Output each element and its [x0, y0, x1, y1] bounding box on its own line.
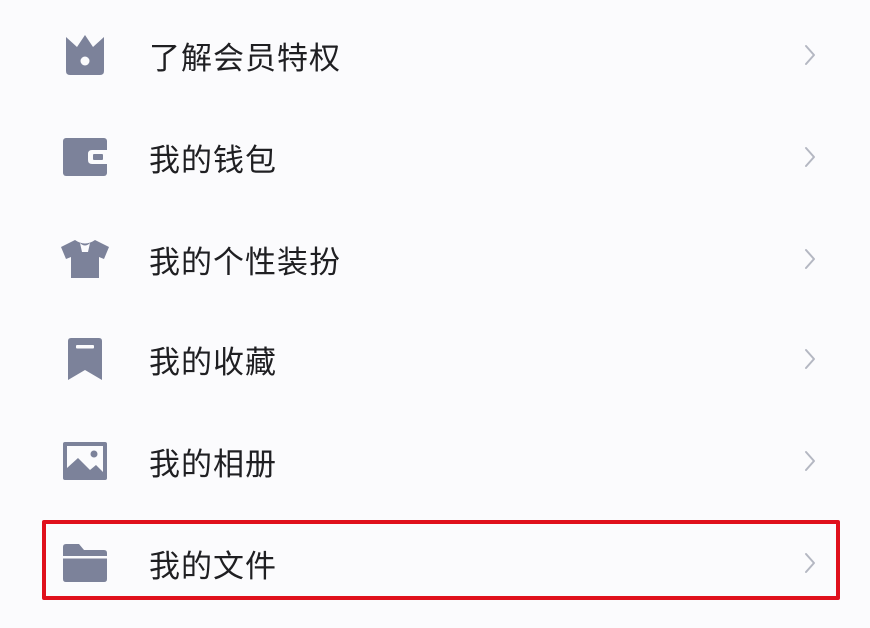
image-icon	[58, 434, 112, 488]
menu-item-album[interactable]: 我的相册	[0, 410, 870, 512]
crown-icon	[58, 28, 112, 82]
menu-item-label: 我的相册	[149, 446, 277, 483]
chevron-right-icon	[800, 142, 820, 172]
menu-item-label: 我的个性装扮	[149, 244, 341, 281]
chevron-right-icon	[800, 548, 820, 578]
chevron-right-icon	[800, 40, 820, 70]
menu-item-wallet[interactable]: 我的钱包	[0, 106, 870, 208]
settings-menu: 了解会员特权 我的钱包 我的个性装扮 我的收藏 我的相册 我的文件	[0, 0, 870, 628]
menu-item-personal-dressup[interactable]: 我的个性装扮	[0, 208, 870, 310]
menu-item-label: 了解会员特权	[149, 40, 341, 77]
chevron-right-icon	[800, 344, 820, 374]
chevron-right-icon	[800, 446, 820, 476]
menu-item-files[interactable]: 我的文件	[0, 512, 870, 614]
menu-item-label: 我的收藏	[149, 344, 277, 381]
chevron-right-icon	[800, 244, 820, 274]
bookmark-icon	[58, 332, 112, 386]
menu-item-label: 我的文件	[149, 548, 277, 585]
tshirt-icon	[58, 232, 112, 286]
menu-item-member-privileges[interactable]: 了解会员特权	[0, 4, 870, 106]
menu-item-label: 我的钱包	[149, 142, 277, 179]
menu-item-favorites[interactable]: 我的收藏	[0, 308, 870, 410]
folder-icon	[58, 536, 112, 590]
wallet-icon	[58, 130, 112, 184]
